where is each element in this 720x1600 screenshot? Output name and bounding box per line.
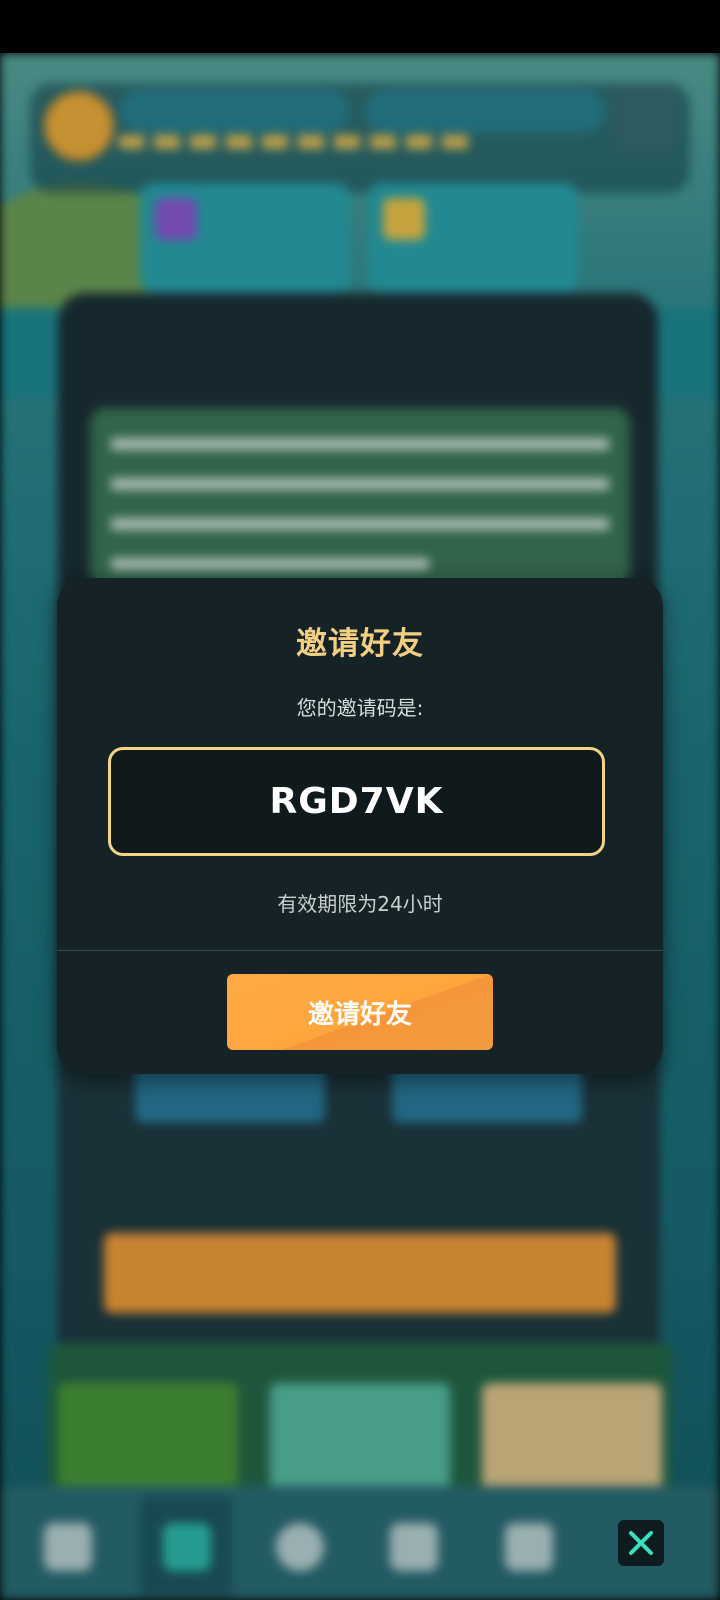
status-bar xyxy=(0,0,720,53)
app-root: 邀请好友 您的邀请码是: RGD7VK 有效期限为24小时 邀请好友 xyxy=(0,0,720,1600)
invite-friends-button[interactable]: 邀请好友 xyxy=(227,974,493,1050)
modal-divider xyxy=(57,950,663,951)
close-icon xyxy=(629,1531,653,1555)
invite-code-box[interactable]: RGD7VK xyxy=(108,747,605,856)
invite-friends-button-label: 邀请好友 xyxy=(307,999,412,1030)
invite-code-label: 您的邀请码是: xyxy=(296,696,424,720)
modal-title: 邀请好友 xyxy=(296,626,424,662)
invite-modal: 邀请好友 您的邀请码是: RGD7VK 有效期限为24小时 邀请好友 xyxy=(57,578,663,1074)
invite-code: RGD7VK xyxy=(269,781,444,822)
close-button[interactable] xyxy=(618,1520,664,1566)
validity-text: 有效期限为24小时 xyxy=(277,892,443,916)
